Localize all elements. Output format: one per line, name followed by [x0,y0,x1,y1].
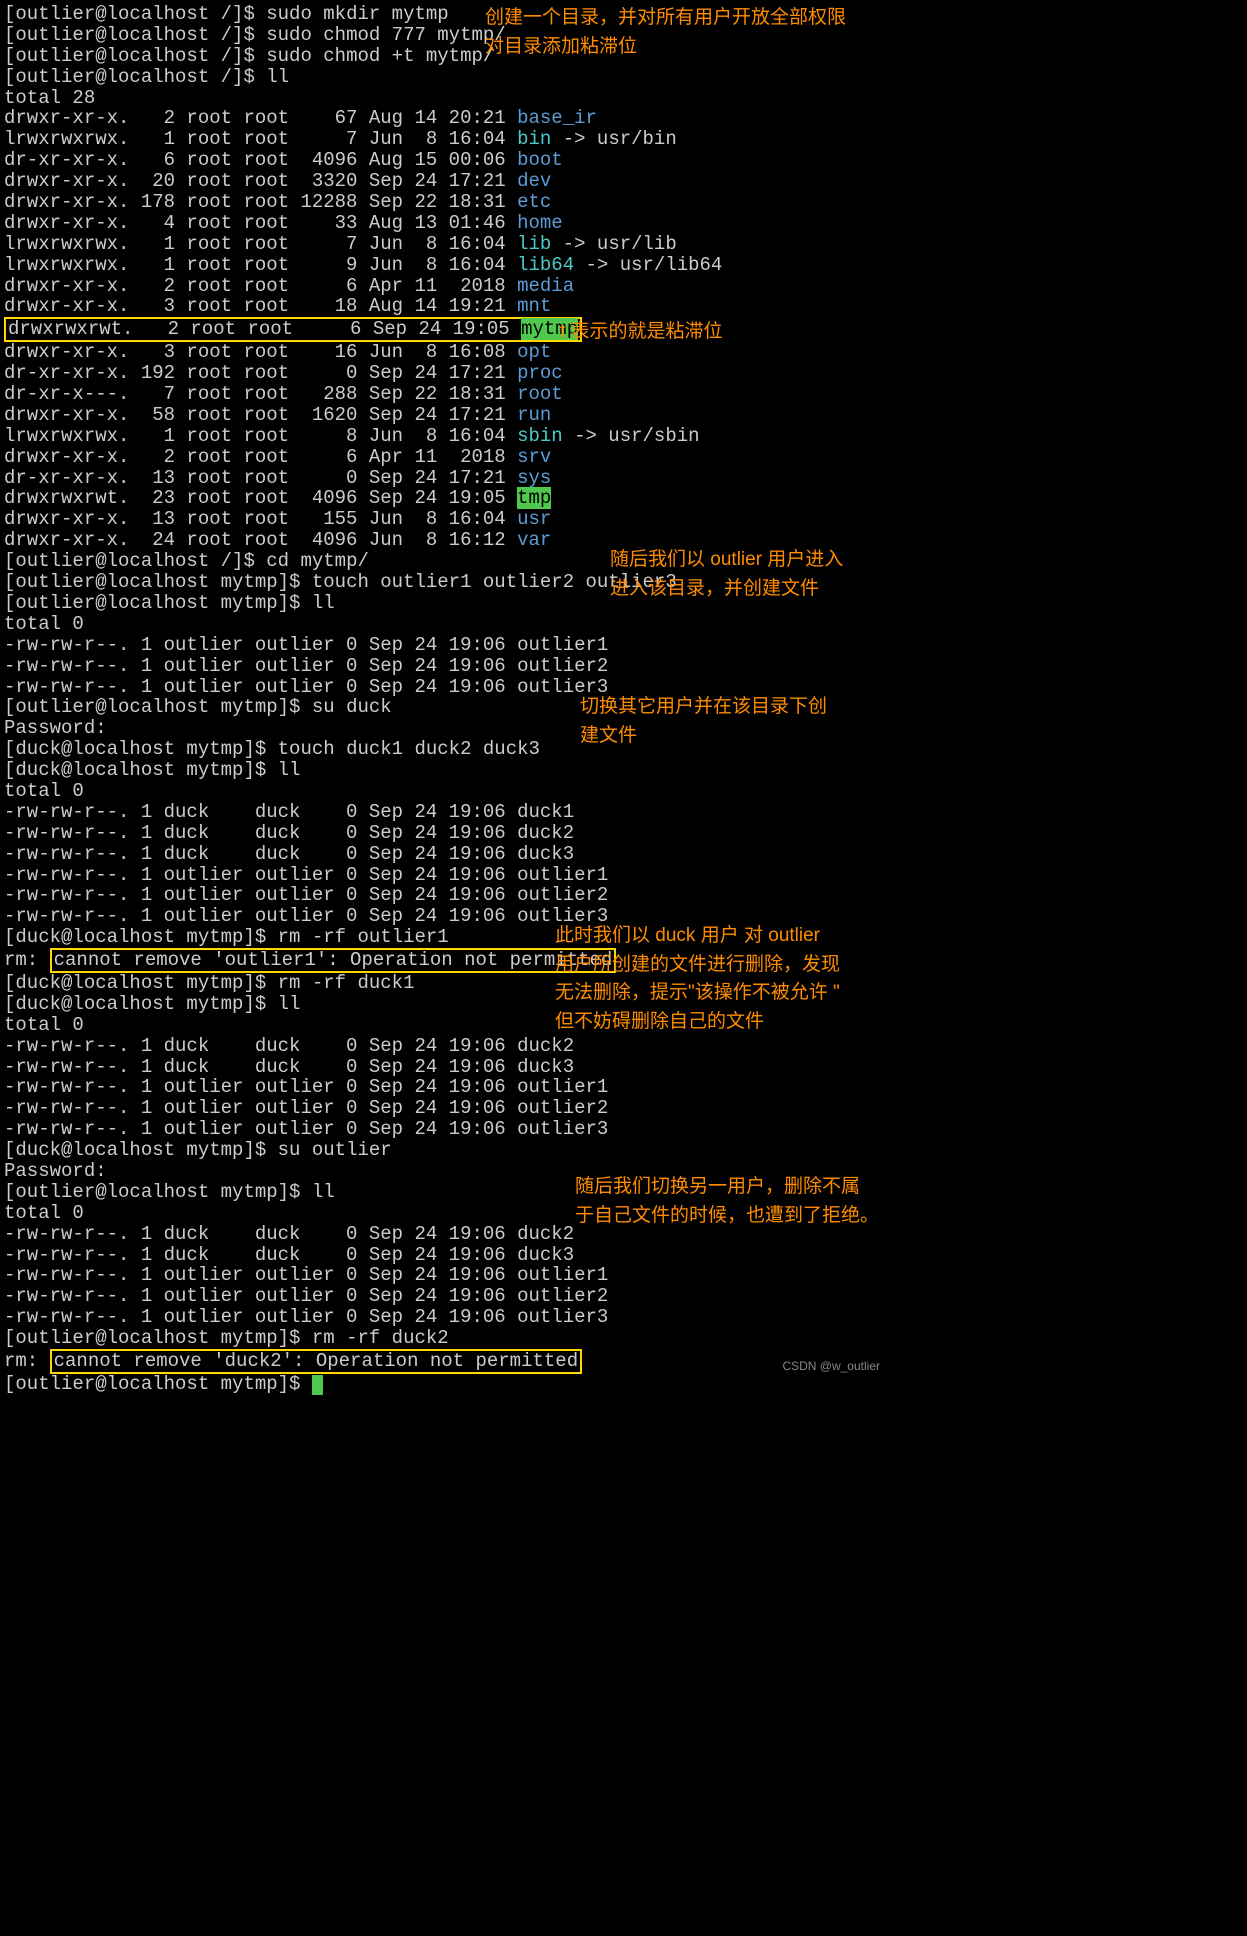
list-row: -rw-rw-r--. 1 outlier outlier 0 Sep 24 1… [4,1307,884,1328]
list-row: -rw-rw-r--. 1 duck duck 0 Sep 24 19:06 d… [4,1036,884,1057]
list-row: drwxr-xr-x. 20 root root 3320 Sep 24 17:… [4,171,884,192]
annotation-create-dir: 创建一个目录，并对所有用户开放全部权限对目录添加粘滞位 [485,4,846,61]
list-row: lrwxrwxrwx. 1 root root 7 Jun 8 16:04 bi… [4,129,884,150]
list-row: lrwxrwxrwx. 1 root root 9 Jun 8 16:04 li… [4,255,884,276]
list-row: drwxrwxrwt. 2 root root 6 Sep 24 19:05 m… [4,317,884,342]
list-row: drwxr-xr-x. 2 root root 67 Aug 14 20:21 … [4,108,884,129]
annotation-switch-user: 切换其它用户并在该目录下创建文件 [580,693,827,750]
list-row: -rw-rw-r--. 1 outlier outlier 0 Sep 24 1… [4,865,884,886]
list-row: -rw-rw-r--. 1 duck duck 0 Sep 24 19:06 d… [4,1057,884,1078]
list-row: -rw-rw-r--. 1 outlier outlier 0 Sep 24 1… [4,885,884,906]
list-row: lrwxrwxrwx. 1 root root 8 Jun 8 16:04 sb… [4,426,884,447]
error-box-1: cannot remove 'outlier1': Operation not … [50,948,617,973]
list-row: -rw-rw-r--. 1 outlier outlier 0 Sep 24 1… [4,656,884,677]
list-row: drwxr-xr-x. 4 root root 33 Aug 13 01:46 … [4,213,884,234]
list-row: drwxr-xr-x. 3 root root 16 Jun 8 16:08 o… [4,342,884,363]
list-row: dr-xr-xr-x. 13 root root 0 Sep 24 17:21 … [4,468,884,489]
list-row: -rw-rw-r--. 1 duck duck 0 Sep 24 19:06 d… [4,823,884,844]
list-row: -rw-rw-r--. 1 outlier outlier 0 Sep 24 1… [4,1098,884,1119]
list-row: lrwxrwxrwx. 1 root root 7 Jun 8 16:04 li… [4,234,884,255]
list-row: drwxrwxrwt. 23 root root 4096 Sep 24 19:… [4,488,884,509]
list-row: dr-xr-xr-x. 192 root root 0 Sep 24 17:21… [4,363,884,384]
list-row: -rw-rw-r--. 1 outlier outlier 0 Sep 24 1… [4,1077,884,1098]
list-row: -rw-rw-r--. 1 outlier outlier 0 Sep 24 1… [4,635,884,656]
cursor [312,1375,323,1395]
annotation-switch-again: 随后我们切换另一用户，删除不属于自己文件的时候，也遭到了拒绝。 [575,1173,879,1230]
list-row: dr-xr-xr-x. 6 root root 4096 Aug 15 00:0… [4,150,884,171]
list-row: drwxr-xr-x. 13 root root 155 Jun 8 16:04… [4,509,884,530]
list-row: -rw-rw-r--. 1 duck duck 0 Sep 24 19:06 d… [4,844,884,865]
list-row: drwxr-xr-x. 178 root root 12288 Sep 22 1… [4,192,884,213]
annotation-enter-dir: 随后我们以 outlier 用户进入进入该目录，并创建文件 [610,546,843,603]
list-row: -rw-rw-r--. 1 duck duck 0 Sep 24 19:06 d… [4,802,884,823]
list-row: -rw-rw-r--. 1 duck duck 0 Sep 24 19:06 d… [4,1245,884,1266]
error-box-2: cannot remove 'duck2': Operation not per… [50,1349,583,1374]
list-row: dr-xr-x---. 7 root root 288 Sep 22 18:31… [4,384,884,405]
list-row: -rw-rw-r--. 1 outlier outlier 0 Sep 24 1… [4,1265,884,1286]
list-row: drwxr-xr-x. 2 root root 6 Apr 11 2018 sr… [4,447,884,468]
list-row: drwxr-xr-x. 2 root root 6 Apr 11 2018 me… [4,276,884,297]
list-row: drwxr-xr-x. 58 root root 1620 Sep 24 17:… [4,405,884,426]
watermark: CSDN @w_outlier [782,1360,880,1373]
list-row: drwxr-xr-x. 3 root root 18 Aug 14 19:21 … [4,296,884,317]
annotation-sticky-bit: t 表示的就是粘滞位 [560,318,723,347]
annotation-delete-denied: 此时我们以 duck 用户 对 outlier用户所创建的文件进行删除，发现无法… [555,922,840,1036]
list-row: -rw-rw-r--. 1 outlier outlier 0 Sep 24 1… [4,1286,884,1307]
list-row: -rw-rw-r--. 1 outlier outlier 0 Sep 24 1… [4,1119,884,1140]
